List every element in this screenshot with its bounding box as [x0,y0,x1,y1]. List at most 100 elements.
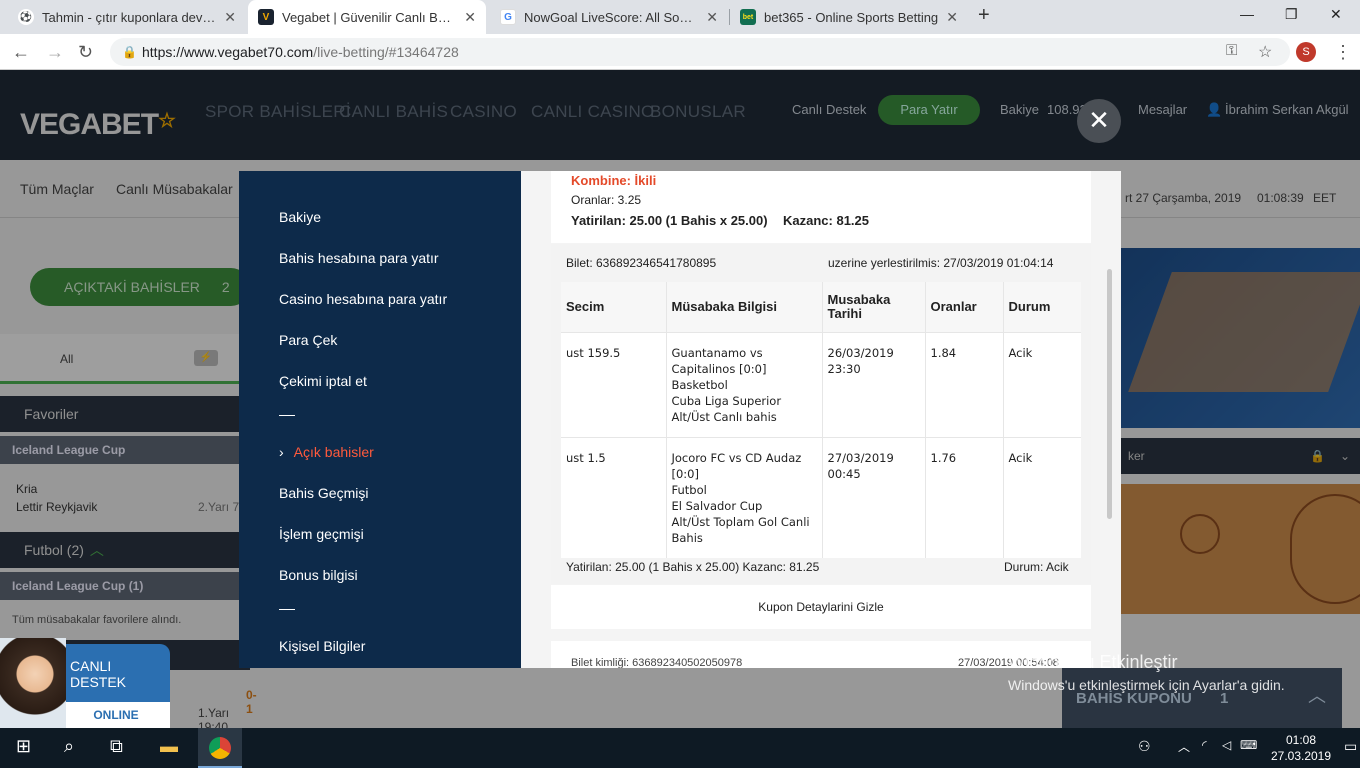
activation-title: Windows'u Etkinleştir [1008,652,1178,672]
live-support-widget[interactable]: CANLI DESTEK ONLINE [0,638,170,728]
ticket-footer-summary: Yatirilan: 25.00 (1 Bahis x 25.00) Kazan… [566,560,820,574]
notifications-icon[interactable]: ▭ [1344,738,1357,755]
close-tab-icon[interactable]: ✕ [224,9,236,26]
new-tab-button[interactable]: + [978,4,990,27]
bookmark-star-icon[interactable]: ☆ [1258,42,1272,62]
ticket-id: Bilet: 636892346541780895 [566,256,717,270]
reload-icon[interactable]: ↻ [78,42,93,63]
match-line: Capitalinos [0:0] [671,361,767,376]
forward-arrow-icon[interactable]: → [46,42,64,63]
match-line: Alt/Üst Canlı bahis [671,409,777,424]
menu-personal-info[interactable]: Kişisel Bilgiler [279,638,365,654]
language-icon[interactable]: ⌨ [1240,738,1257,752]
clock-time[interactable]: 01:08 [1276,733,1326,747]
coupon-summary: Kombine: İkili Oranlar: 3.25 Yatirilan: … [551,171,1091,243]
menu-kebab-icon[interactable]: ⋮ [1334,42,1352,63]
cell-status: Acik [1003,436,1081,558]
match-line: [0:0] [671,466,699,481]
file-explorer-icon[interactable]: ▬ [160,736,178,757]
browser-tab-bet365[interactable]: bet bet365 - Online Sports Betting ✕ [730,0,968,34]
google-g-icon: G [500,9,516,25]
date-line: 27/03/2019 [827,450,894,465]
menu-transaction-history[interactable]: İşlem geçmişi [279,526,364,542]
windows-taskbar: ⊞ ⌕ ⧉ ▬ ⚇ ︿ ◜ ◁ ⌨ 01:08 27.03.2019 ▭ [0,728,1360,768]
address-bar-row: ← → ↻ 🔒 https://www.vegabet70.com/live-b… [0,34,1360,70]
profile-avatar[interactable]: S [1296,42,1316,62]
close-tab-icon[interactable]: ✕ [706,9,718,26]
chrome-taskbar-button[interactable] [198,728,242,768]
match-line: Futbol [671,482,707,497]
windows-start-icon[interactable]: ⊞ [16,736,31,757]
coupon-stake: Yatirilan: 25.00 (1 Bahis x 25.00) [571,213,768,228]
date-line: 00:45 [827,466,861,481]
menu-cancel-withdraw[interactable]: Çekimi iptal et [279,373,367,389]
cell-match-info: Jocoro FC vs CD Audaz [0:0] Futbol El Sa… [666,436,823,558]
table-header-row: Secim Müsabaka Bilgisi Musabaka Tarihi O… [561,282,1081,332]
match-line: Alt/Üst Toplam Gol Canli [671,514,810,529]
restore-window-icon[interactable]: ❐ [1285,6,1298,23]
bets-table: Secim Müsabaka Bilgisi Musabaka Tarihi O… [561,282,1081,558]
match-line: Bahis [671,530,703,545]
browser-tab-nowgoal[interactable]: G NowGoal LiveScore: All Soccer Sc ✕ [490,0,728,34]
coupon-odds: Oranlar: 3.25 [571,193,642,207]
bet365-favicon-icon: bet [740,9,756,25]
next-ticket-id: Bilet kimliği: 636892340502050978 [571,657,743,668]
menu-deposit-casino[interactable]: Casino hesabına para yatır [279,291,447,307]
col-odds: Oranlar [925,282,1004,332]
cell-odds: 1.84 [925,331,1004,437]
task-view-icon[interactable]: ⧉ [110,736,123,757]
chat-status: ONLINE [62,702,170,728]
menu-balance[interactable]: Bakiye [279,209,321,225]
table-row: ust 1.5 Jocoro FC vs CD Audaz [0:0] Futb… [561,436,1081,558]
menu-open-bets-label: Açık bahisler [293,444,374,460]
windows-activation-watermark: Windows'u Etkinleştir Windows'u etkinleş… [1008,652,1285,693]
open-bets-content: Kombine: İkili Oranlar: 3.25 Yatirilan: … [521,171,1121,668]
activation-message: Windows'u etkinleştirmek için Ayarlar'a … [1008,677,1285,693]
browser-tab-vegabet[interactable]: V Vegabet | Güvenilir Canlı Bahis ve ✕ [248,0,486,34]
hide-details-button[interactable]: Kupon Detaylarini Gizle [551,585,1091,629]
url-input[interactable]: 🔒 https://www.vegabet70.com/live-betting… [110,38,1290,66]
chevron-up-icon[interactable]: ︿ [1308,682,1326,708]
people-icon[interactable]: ⚇ [1138,738,1151,755]
close-modal-button[interactable]: ✕ [1077,99,1121,143]
tab-title: bet365 - Online Sports Betting [764,9,939,25]
volume-icon[interactable]: ◁ [1222,738,1231,752]
coupon-type: Kombine: İkili [571,173,657,188]
close-window-icon[interactable]: ✕ [1330,6,1342,23]
coupon-win: Kazanc: 81.25 [783,213,869,228]
close-tab-icon[interactable]: ✕ [464,9,476,26]
match-line: Cuba Liga Superior [671,393,782,408]
chevron-right-icon: › [279,444,284,460]
close-tab-icon[interactable]: ✕ [946,9,958,26]
vegabet-favicon-icon: V [258,9,274,25]
menu-bet-history[interactable]: Bahis Geçmişi [279,485,368,501]
menu-divider [279,415,295,416]
chevron-up-icon[interactable]: ︿ [1178,738,1190,755]
network-icon[interactable]: ◜ [1202,738,1207,752]
ticket-placed-date: uzerine yerlestirilmis: 27/03/2019 01:04… [828,256,1054,270]
tab-title: Tahmin - çıtır kuponlara devam :) [42,9,217,25]
account-menu: Bakiye Bahis hesabına para yatır Casino … [239,171,521,668]
match-line: El Salvador Cup [671,498,763,513]
col-status: Durum [1003,282,1081,332]
col-match-info: Müsabaka Bilgisi [666,282,823,332]
chrome-icon [209,737,231,759]
menu-withdraw[interactable]: Para Çek [279,332,337,348]
back-arrow-icon[interactable]: ← [12,42,30,63]
content-scrollbar[interactable] [1107,269,1112,519]
menu-open-bets[interactable]: › Açık bahisler [279,444,374,460]
menu-deposit-betting[interactable]: Bahis hesabına para yatır [279,250,439,266]
account-modal: Bakiye Bahis hesabına para yatır Casino … [239,171,1121,668]
tab-title: NowGoal LiveScore: All Soccer Sc [524,9,698,25]
minimize-window-icon[interactable]: — [1240,6,1254,22]
support-agent-avatar [0,638,66,728]
soccer-ball-icon: ⚽ [18,9,34,25]
url-path: /live-betting/#13464728 [313,44,459,60]
search-icon[interactable]: ⌕ [64,736,74,757]
clock-date[interactable]: 27.03.2019 [1264,749,1338,763]
browser-tab-tahmin[interactable]: ⚽ Tahmin - çıtır kuponlara devam :) ✕ [8,0,246,34]
match-line: Jocoro FC vs CD Audaz [671,450,802,465]
menu-bonus-info[interactable]: Bonus bilgisi [279,567,358,583]
key-icon[interactable]: ⚿ [1226,42,1237,59]
cell-odds: 1.76 [925,436,1004,558]
